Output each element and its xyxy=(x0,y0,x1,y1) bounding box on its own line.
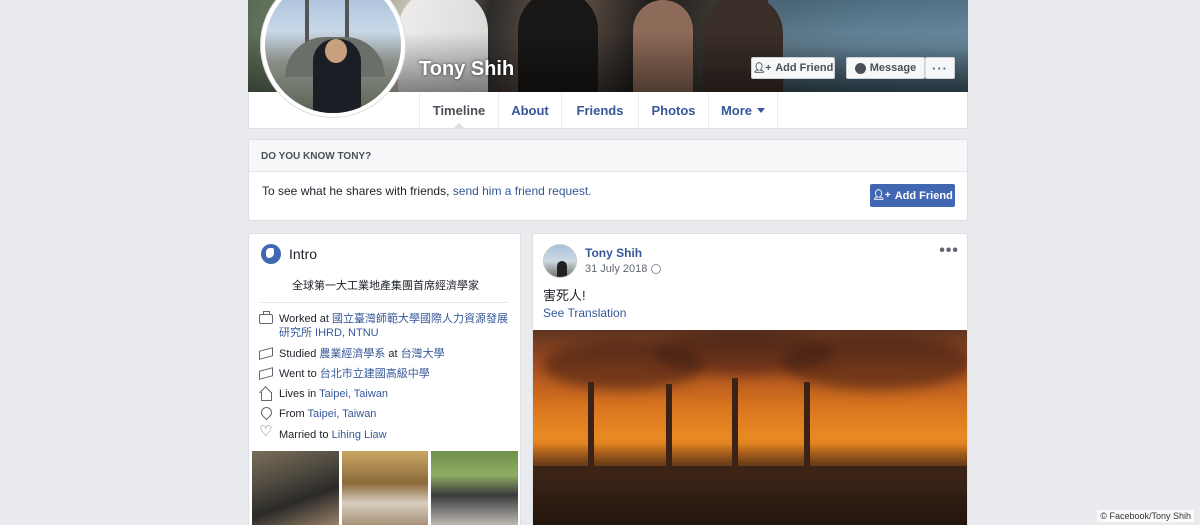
intro-photo-grid xyxy=(252,451,519,525)
post-meta: 31 July 2018 xyxy=(585,263,662,275)
tab-label: About xyxy=(511,102,549,118)
post-author-avatar[interactable] xyxy=(543,244,577,278)
intro-row-text: Worked at 國立臺灣師範大學國際人力資源發展研究所 IHRD, NTNU xyxy=(279,312,509,340)
spouse-link[interactable]: Lihing Liaw xyxy=(332,429,387,441)
plant-silhouette xyxy=(533,444,967,525)
intro-row-suffix: at xyxy=(385,348,401,360)
add-friend-label: Add Friend xyxy=(775,62,834,74)
add-person-icon: 👤︎+ xyxy=(752,62,772,74)
message-button[interactable]: Message xyxy=(846,57,925,79)
intro-row-text: Lives in Taipei, Taiwan xyxy=(279,387,388,401)
public-globe-icon xyxy=(651,264,662,274)
tab-label: Timeline xyxy=(432,102,486,118)
intro-row-text: Married to Lihing Liaw xyxy=(279,428,387,442)
see-translation-link[interactable]: See Translation xyxy=(543,306,626,320)
image-credit: © Facebook/Tony Shih xyxy=(1097,510,1194,522)
friend-request-box: DO YOU KNOW TONY? To see what he shares … xyxy=(248,139,968,221)
tab-about[interactable]: About xyxy=(498,92,561,128)
timeline-post: Tony Shih 31 July 2018 ••• 害死人! See Tran… xyxy=(532,233,968,525)
message-label: Message xyxy=(869,62,917,74)
add-friend-label: Add Friend xyxy=(894,189,953,202)
post-author-name[interactable]: Tony Shih xyxy=(585,246,642,260)
graduation-cap-icon xyxy=(259,347,273,361)
intro-row-text: Went to 台北市立建國高級中學 xyxy=(279,367,430,381)
friend-request-heading: DO YOU KNOW TONY? xyxy=(249,140,967,172)
intro-header: Intro xyxy=(261,244,317,264)
intro-school: Went to 台北市立建國高級中學 xyxy=(259,367,509,381)
photo-thumbnail[interactable] xyxy=(341,451,429,525)
photo-thumbnail[interactable] xyxy=(431,451,519,525)
more-options-button[interactable]: ··· xyxy=(925,57,955,79)
current-city-link[interactable]: Taipei, Taiwan xyxy=(319,388,388,400)
intro-from: From Taipei, Taiwan xyxy=(259,407,509,421)
location-pin-icon xyxy=(259,407,273,421)
profile-name[interactable]: Tony Shih xyxy=(419,58,514,81)
briefcase-icon xyxy=(259,311,273,324)
intro-row-text: From Taipei, Taiwan xyxy=(279,407,376,421)
graduation-cap-icon xyxy=(259,367,273,381)
add-friend-button-primary[interactable]: 👤︎+ Add Friend xyxy=(870,184,955,207)
hometown-link[interactable]: Taipei, Taiwan xyxy=(308,408,377,420)
intro-married: Married to Lihing Liaw xyxy=(259,425,509,442)
tab-timeline[interactable]: Timeline xyxy=(419,92,498,129)
intro-lives: Lives in Taipei, Taiwan xyxy=(259,387,509,401)
intro-row-prefix: From xyxy=(279,408,308,420)
post-options-button[interactable]: ••• xyxy=(939,242,959,260)
intro-row-prefix: Married to xyxy=(279,429,332,441)
home-icon xyxy=(259,387,273,401)
intro-row-text: Studied 農業經濟學系 at 台灣大學 xyxy=(279,347,445,361)
photo-thumbnail[interactable] xyxy=(252,451,339,525)
intro-study: Studied 農業經濟學系 at 台灣大學 xyxy=(259,347,509,361)
tab-more[interactable]: More xyxy=(708,92,778,128)
caret-down-icon xyxy=(757,107,766,113)
divider xyxy=(261,302,508,303)
send-friend-request-link[interactable]: send him a friend request. xyxy=(453,184,592,198)
school-link[interactable]: 台北市立建國高級中學 xyxy=(320,368,430,380)
add-person-icon: 👤︎+ xyxy=(872,190,891,201)
smoke-cloud xyxy=(783,335,967,390)
intro-row-prefix: Studied xyxy=(279,348,320,360)
intro-row-prefix: Went to xyxy=(279,368,320,380)
intro-title: Intro xyxy=(289,246,318,262)
intro-card: Intro 全球第一大工業地產集團首席經濟學家 Worked at 國立臺灣師範… xyxy=(248,233,521,525)
tab-label: More xyxy=(720,102,753,118)
messenger-icon xyxy=(854,62,866,74)
intro-bio: 全球第一大工業地產集團首席經濟學家 xyxy=(292,280,479,292)
heart-icon xyxy=(259,425,273,442)
add-friend-button[interactable]: 👤︎+ Add Friend xyxy=(751,57,835,79)
post-image-power-plant[interactable] xyxy=(533,330,967,525)
person-face xyxy=(325,39,347,63)
post-text: 害死人! xyxy=(543,288,586,303)
profile-picture-image xyxy=(265,0,401,113)
university-link[interactable]: 台灣大學 xyxy=(401,348,445,360)
tab-label: Friends xyxy=(576,102,624,118)
tab-label: Photos xyxy=(651,102,696,118)
intro-row-prefix: Lives in xyxy=(279,388,320,400)
tab-photos[interactable]: Photos xyxy=(638,92,708,128)
major-link[interactable]: 農業經濟學系 xyxy=(319,348,385,360)
intro-row-prefix: Worked at xyxy=(279,313,332,325)
globe-icon xyxy=(261,244,281,264)
friend-request-prompt: To see what he shares with friends, xyxy=(262,184,453,198)
intro-work: Worked at 國立臺灣師範大學國際人力資源發展研究所 IHRD, NTNU xyxy=(259,311,509,340)
post-date[interactable]: 31 July 2018 xyxy=(585,263,647,275)
friend-request-text: To see what he shares with friends, send… xyxy=(262,184,592,198)
tab-friends[interactable]: Friends xyxy=(561,92,638,128)
